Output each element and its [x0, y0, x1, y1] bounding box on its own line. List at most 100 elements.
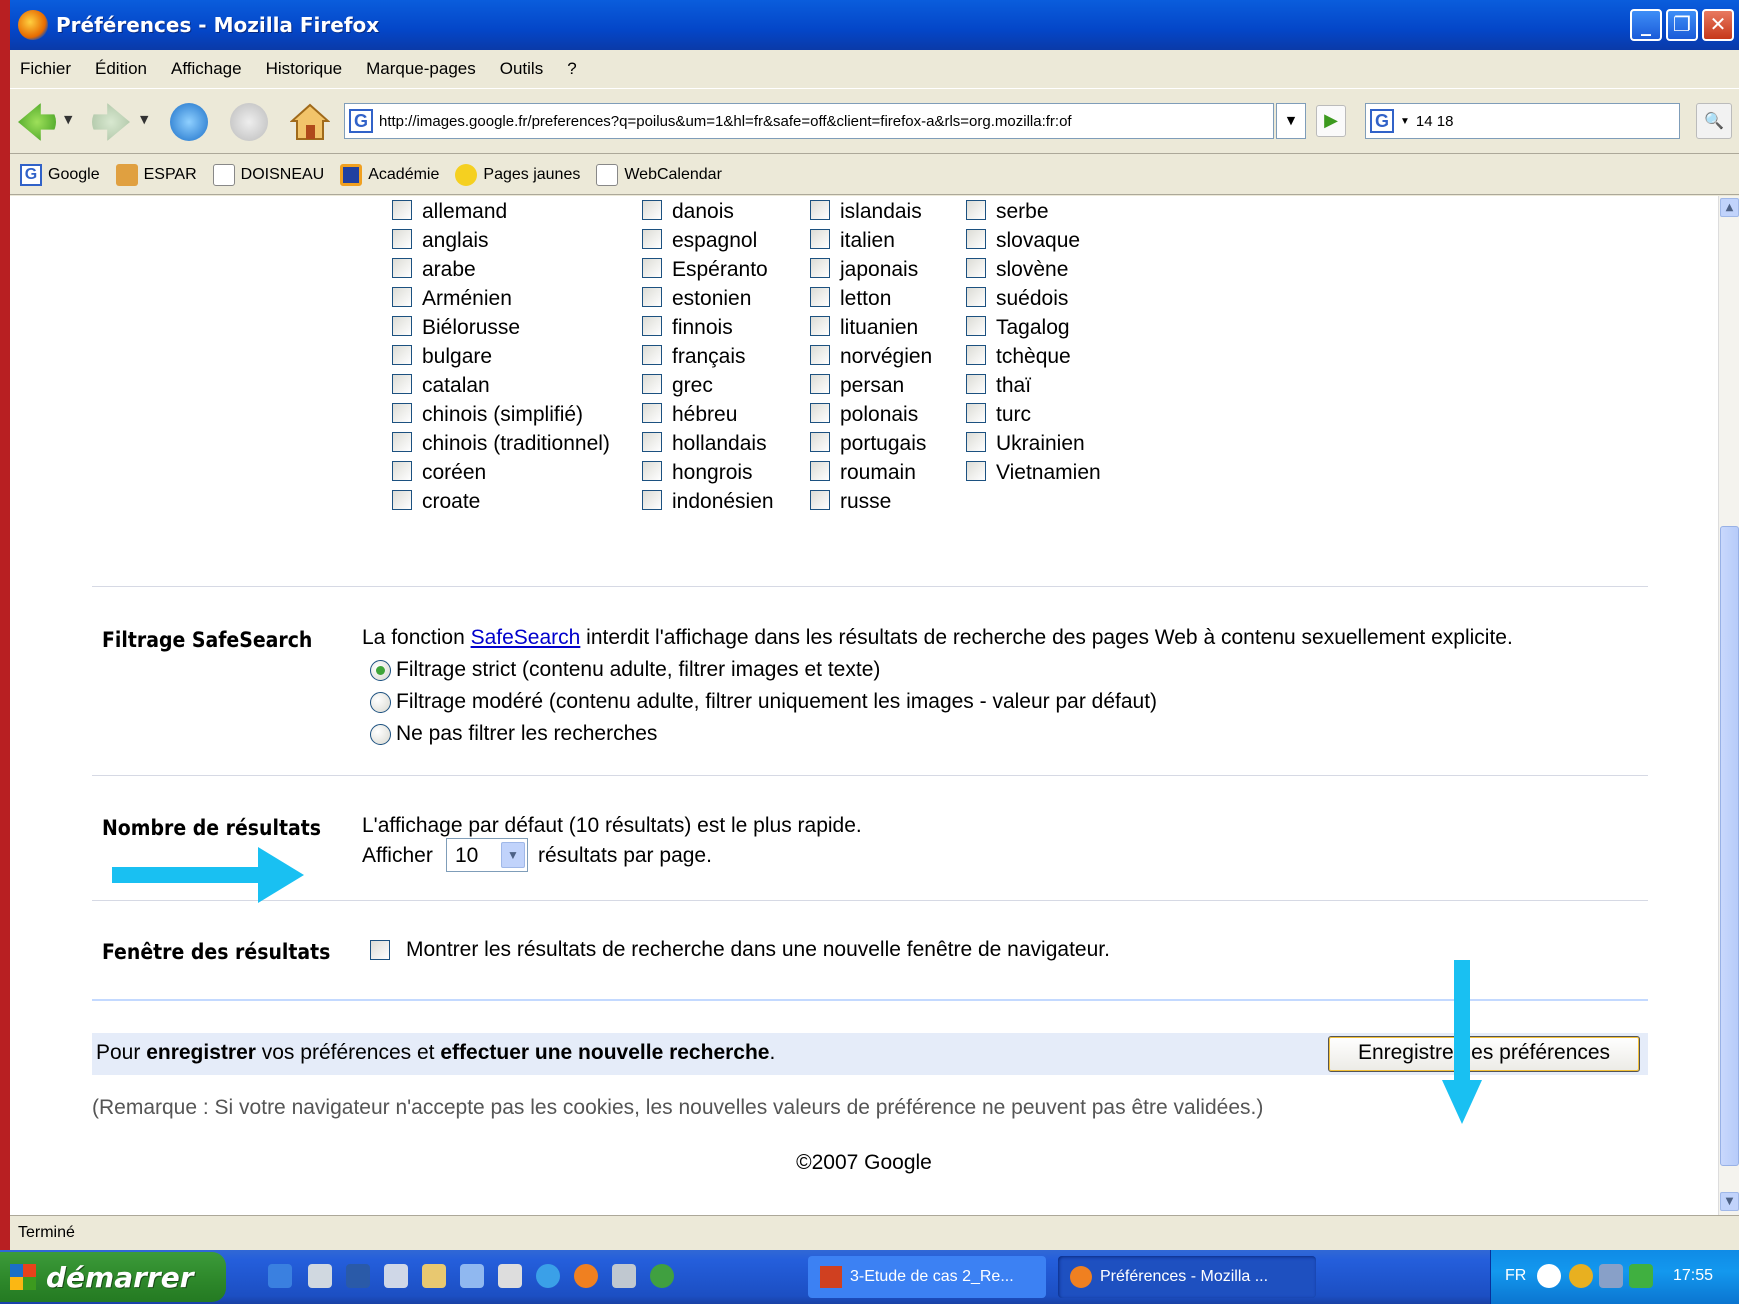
language-checkbox[interactable] — [392, 374, 412, 394]
language-label[interactable]: serbe — [996, 200, 1049, 224]
language-label[interactable]: thaï — [996, 374, 1031, 398]
language-label[interactable]: slovaque — [996, 229, 1080, 253]
minimize-button[interactable]: _ — [1630, 9, 1662, 41]
shield-icon[interactable] — [1569, 1264, 1593, 1288]
language-checkbox[interactable] — [642, 432, 662, 452]
ie-quicklaunch-icon[interactable] — [268, 1264, 292, 1288]
language-label[interactable]: anglais — [422, 229, 489, 253]
language-checkbox[interactable] — [966, 403, 986, 423]
language-checkbox[interactable] — [810, 316, 830, 336]
language-label[interactable]: allemand — [422, 200, 507, 224]
language-label[interactable]: arabe — [422, 258, 476, 282]
stop-icon[interactable] — [230, 103, 268, 141]
language-label[interactable]: japonais — [840, 258, 918, 282]
language-label[interactable]: Arménien — [422, 287, 512, 311]
safesearch-link[interactable]: SafeSearch — [471, 626, 581, 649]
language-checkbox[interactable] — [642, 229, 662, 249]
language-label[interactable]: polonais — [840, 403, 918, 427]
scroll-thumb[interactable] — [1720, 526, 1739, 1166]
language-checkbox[interactable] — [642, 345, 662, 365]
menu-outils[interactable]: Outils — [500, 59, 543, 79]
bookmark-doisneau[interactable]: DOISNEAU — [212, 163, 324, 186]
network-icon[interactable] — [1599, 1264, 1623, 1288]
language-checkbox[interactable] — [392, 345, 412, 365]
bookmark-pages-jaunes[interactable]: Pages jaunes — [455, 163, 580, 186]
app-quicklaunch-icon[interactable] — [460, 1264, 484, 1288]
language-checkbox[interactable] — [392, 432, 412, 452]
language-checkbox[interactable] — [810, 200, 830, 220]
radio-moderate-label[interactable]: Filtrage modéré (contenu adulte, filtrer… — [396, 690, 1157, 714]
language-label[interactable]: Tagalog — [996, 316, 1070, 340]
language-checkbox[interactable] — [810, 490, 830, 510]
language-checkbox[interactable] — [392, 490, 412, 510]
language-label[interactable]: danois — [672, 200, 734, 224]
language-label[interactable]: Biélorusse — [422, 316, 520, 340]
url-bar[interactable]: G http://images.google.fr/preferences?q=… — [344, 103, 1274, 139]
language-label[interactable]: grec — [672, 374, 713, 398]
firefox-quicklaunch-icon[interactable] — [574, 1264, 598, 1288]
language-label[interactable]: indonésien — [672, 490, 774, 514]
menu-edition[interactable]: Édition — [95, 59, 147, 79]
radio-strict[interactable] — [370, 660, 391, 681]
language-checkbox[interactable] — [392, 229, 412, 249]
search-engine-icon[interactable]: G — [1370, 109, 1394, 133]
reload-icon[interactable] — [170, 103, 208, 141]
results-per-page-select[interactable]: 10 ▼ — [446, 838, 528, 872]
language-label[interactable]: norvégien — [840, 345, 932, 369]
language-checkbox[interactable] — [392, 200, 412, 220]
language-checkbox[interactable] — [966, 200, 986, 220]
new-window-checkbox[interactable] — [370, 940, 390, 960]
language-checkbox[interactable] — [966, 229, 986, 249]
tray-arrow-icon[interactable] — [1537, 1264, 1561, 1288]
language-checkbox[interactable] — [966, 461, 986, 481]
language-label[interactable]: hébreu — [672, 403, 737, 427]
language-checkbox[interactable] — [642, 490, 662, 510]
radio-off-label[interactable]: Ne pas filtrer les recherches — [396, 722, 657, 746]
language-checkbox[interactable] — [810, 229, 830, 249]
language-label[interactable]: islandais — [840, 200, 922, 224]
search-magnifier-icon[interactable]: 🔍 — [1696, 103, 1732, 139]
language-checkbox[interactable] — [810, 403, 830, 423]
menu-historique[interactable]: Historique — [266, 59, 343, 79]
bookmark-google[interactable]: G Google — [20, 163, 100, 186]
language-label[interactable]: hollandais — [672, 432, 767, 456]
language-label[interactable]: letton — [840, 287, 891, 311]
language-checkbox[interactable] — [966, 374, 986, 394]
language-checkbox[interactable] — [810, 345, 830, 365]
language-checkbox[interactable] — [642, 258, 662, 278]
bookmark-espar[interactable]: ESPAR — [115, 163, 197, 186]
language-label[interactable]: chinois (traditionnel) — [422, 432, 610, 456]
language-label[interactable]: bulgare — [422, 345, 492, 369]
language-label[interactable]: coréen — [422, 461, 486, 485]
engine-dropdown-icon[interactable]: ▼ — [1400, 116, 1410, 127]
language-checkbox[interactable] — [642, 287, 662, 307]
language-checkbox[interactable] — [810, 258, 830, 278]
app-quicklaunch-icon[interactable] — [384, 1264, 408, 1288]
menu-help[interactable]: ? — [567, 59, 576, 79]
menu-marque-pages[interactable]: Marque-pages — [366, 59, 476, 79]
tree-quicklaunch-icon[interactable] — [650, 1264, 674, 1288]
app-quicklaunch-icon[interactable] — [612, 1264, 636, 1288]
language-label[interactable]: chinois (simplifié) — [422, 403, 583, 427]
folder-quicklaunch-icon[interactable] — [422, 1264, 446, 1288]
radio-moderate[interactable] — [370, 692, 391, 713]
language-label[interactable]: persan — [840, 374, 904, 398]
camera-quicklaunch-icon[interactable] — [498, 1264, 522, 1288]
language-checkbox[interactable] — [966, 316, 986, 336]
home-icon[interactable] — [289, 103, 331, 141]
language-label[interactable]: suédois — [996, 287, 1068, 311]
language-label[interactable]: italien — [840, 229, 895, 253]
menu-fichier[interactable]: Fichier — [20, 59, 71, 79]
language-label[interactable]: roumain — [840, 461, 916, 485]
language-checkbox[interactable] — [642, 461, 662, 481]
language-label[interactable]: Vietnamien — [996, 461, 1101, 485]
language-label[interactable]: turc — [996, 403, 1031, 427]
bookmark-academie[interactable]: Académie — [340, 163, 439, 186]
forward-arrow-icon[interactable] — [92, 103, 130, 141]
search-bar[interactable]: G ▼ 14 18 — [1365, 103, 1680, 139]
language-label[interactable]: Espéranto — [672, 258, 768, 282]
language-label[interactable]: lituanien — [840, 316, 918, 340]
task-powerpoint[interactable]: 3-Etude de cas 2_Re... — [808, 1256, 1046, 1298]
language-checkbox[interactable] — [810, 432, 830, 452]
language-checkbox[interactable] — [966, 345, 986, 365]
